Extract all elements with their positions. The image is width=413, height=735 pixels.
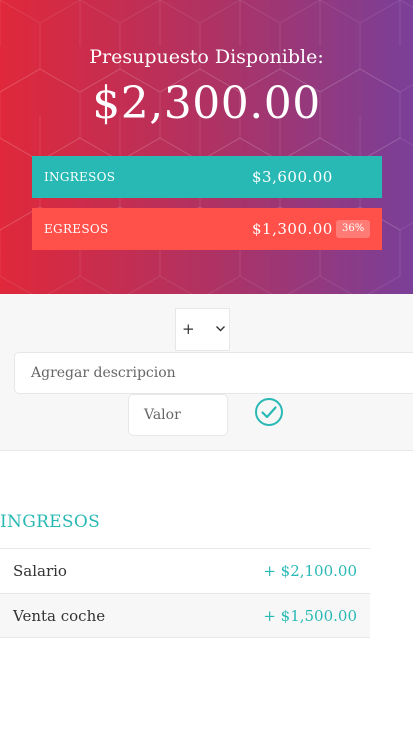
expense-percentage-badge: 36% [336, 220, 371, 238]
income-summary-label: INGRESOS [44, 170, 116, 184]
item-value: + $1,500.00 [263, 607, 357, 625]
budget-header: Presupuesto Disponible: $2,300.00 INGRES… [0, 0, 413, 294]
type-select-value: + [182, 320, 195, 338]
item-description: Venta coche [13, 607, 106, 625]
income-summary-value: $3,600.00 [252, 168, 333, 186]
income-items: Salario + $2,100.00 Venta coche + $1,500… [0, 548, 370, 638]
description-input[interactable]: Agregar descripcion [14, 352, 413, 394]
list-item[interactable]: Salario + $2,100.00 [0, 548, 370, 593]
item-value: + $2,100.00 [263, 562, 357, 580]
expense-summary-label: EGRESOS [44, 222, 109, 236]
expense-summary-value: $1,300.00 [252, 220, 333, 238]
income-summary: INGRESOS $3,600.00 [32, 156, 382, 198]
list-item[interactable]: Venta coche + $1,500.00 [0, 593, 370, 638]
budget-title: Presupuesto Disponible: [89, 46, 324, 68]
type-select[interactable]: + [175, 308, 230, 351]
chevron-down-icon [216, 326, 225, 332]
item-description: Salario [13, 562, 67, 580]
value-input[interactable]: Valor [128, 394, 228, 436]
budget-value: $2,300.00 [92, 78, 321, 129]
add-entry-form: + Agregar descripcion Valor [0, 294, 413, 451]
expense-summary: EGRESOS $1,300.00 36% [32, 208, 382, 250]
check-circle-icon[interactable] [254, 397, 284, 427]
income-list-title: INGRESOS [0, 512, 101, 532]
